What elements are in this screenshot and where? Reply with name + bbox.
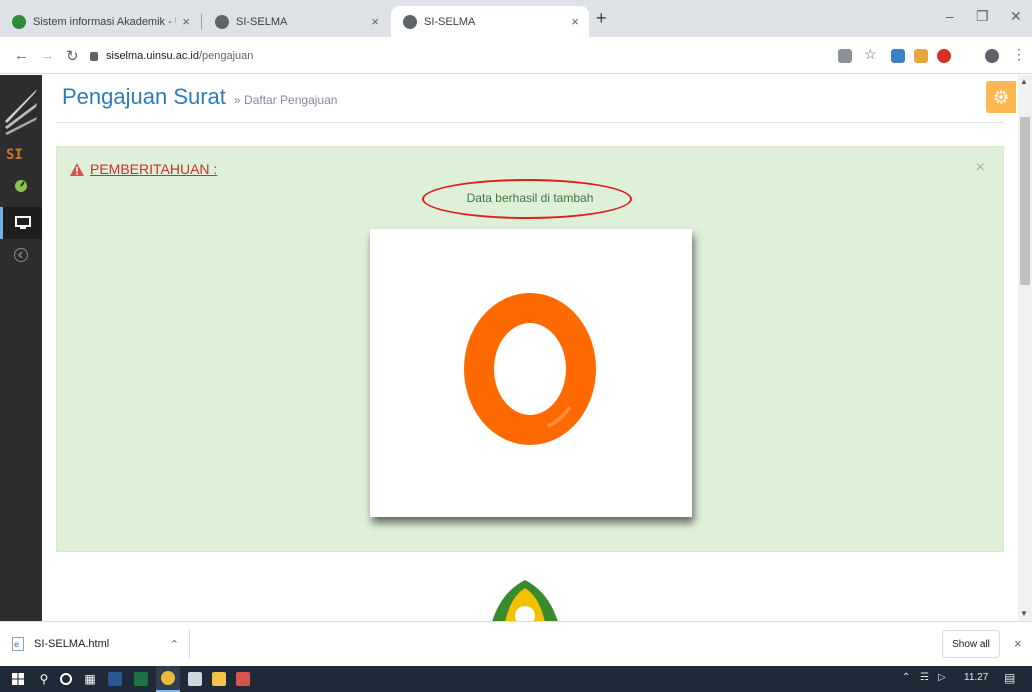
page-title-text: Pengajuan Surat [62,84,226,109]
file-explorer-icon[interactable] [208,666,230,692]
new-tab-button[interactable]: + [596,8,607,29]
chrome-app-icon[interactable] [156,666,180,692]
scrollbar-thumb[interactable] [1020,117,1030,285]
close-download-shelf-icon[interactable]: × [1014,636,1022,651]
html-file-icon: e [12,637,24,651]
highlight-annotation [422,179,632,219]
url-path: /pengajuan [198,49,254,62]
close-window-icon[interactable]: ✕ [1010,8,1022,25]
restore-icon[interactable]: ❐ [976,8,989,25]
excel-app-icon[interactable] [130,666,152,692]
main-content: Pengajuan Surat » Daftar Pengajuan PEMBE… [42,75,1018,621]
extension-icon[interactable] [914,49,928,63]
sidebar-item-dashboard[interactable] [0,175,42,195]
svg-text:e: e [14,640,19,649]
word-app-icon[interactable] [104,666,126,692]
cortana-icon[interactable] [56,666,76,692]
page-title: Pengajuan Surat » Daftar Pengajuan [62,84,337,110]
scroll-down-arrow-icon[interactable]: ▼ [1020,609,1028,618]
loading-ring-icon [464,293,596,445]
extension-icon[interactable] [937,49,951,63]
address-toolbar: ← → ↻ siselma.uinsu.ac.id/pengajuan ☆ ⋮ [0,37,1032,74]
reload-icon[interactable]: ↻ [66,47,79,65]
bookmark-star-icon[interactable]: ☆ [864,46,877,63]
notification-icon[interactable]: ▤ [1004,671,1015,685]
university-emblem [492,580,558,621]
alert-header: PEMBERITAHUAN : [69,161,217,177]
scroll-up-arrow-icon[interactable]: ▲ [1020,77,1028,86]
tab-si-selma[interactable]: SI-SELMA × [203,6,389,37]
notification-alert: PEMBERITAHUAN : × Data berhasil di tamba… [56,146,1004,552]
network-icon[interactable]: ☴ [920,672,929,683]
url-domain: siselma.uinsu.ac.id [106,49,199,62]
tachometer-icon [15,180,27,192]
tray-chevron-up-icon[interactable]: ⌃ [902,672,910,683]
sidebar-collapse-button[interactable] [0,245,42,265]
forward-icon[interactable]: → [40,47,55,64]
mail-app-icon[interactable] [184,666,206,692]
pdf-app-icon[interactable] [232,666,254,692]
tab-title: SI-SELMA [236,15,288,28]
gear-icon [994,90,1008,104]
windows-logo-icon [12,673,24,685]
tab-si-selma-active[interactable]: SI-SELMA × [391,6,589,37]
desktop-icon [14,216,31,229]
windows-taskbar: ⚲ ▦ ⌃ ☴ ▷ 11.27 ▤ [0,666,1032,692]
double-chevron-left-icon [14,248,28,262]
profile-icon[interactable] [985,49,999,63]
loading-overlay [370,229,692,517]
clock[interactable]: 11.27 [964,672,988,683]
university-favicon-icon [12,14,26,29]
breadcrumb: » Daftar Pengajuan [234,93,338,107]
page-scrollbar[interactable]: ▲ ▼ [1018,75,1032,621]
translate-icon[interactable] [838,49,852,63]
task-view-icon[interactable]: ▦ [80,666,100,692]
extension-icon[interactable] [891,49,905,63]
lock-icon [90,52,98,61]
tab-title: Sistem informasi Akademik - Uni [33,15,177,28]
settings-button[interactable] [986,81,1016,113]
close-tab-icon[interactable]: × [182,14,190,29]
search-icon[interactable]: ⚲ [34,666,54,692]
alert-title: PEMBERITAHUAN : [90,161,218,177]
back-icon[interactable]: ← [14,47,29,64]
download-item[interactable]: e SI-SELMA.html ⌃ [12,630,190,658]
header-divider [56,122,1004,123]
alert-close-button[interactable]: × [976,159,985,177]
globe-icon [215,14,229,29]
globe-icon [403,14,417,29]
show-all-button[interactable]: Show all [942,630,1000,658]
tab-separator [201,14,202,30]
speaker-icon[interactable]: ▷ [938,672,946,683]
download-shelf: e SI-SELMA.html ⌃ Show all × [0,621,1032,666]
minimize-icon[interactable]: – [946,8,954,24]
start-button[interactable] [8,666,28,692]
download-filename: SI-SELMA.html [34,638,110,650]
tab-title: SI-SELMA [424,15,476,28]
warning-icon [70,162,84,176]
address-bar[interactable]: siselma.uinsu.ac.id/pengajuan [90,41,831,70]
sidebar-item-pengajuan[interactable] [0,207,42,239]
web-page: SI Pengajuan Surat » Daftar Pengajuan PE… [0,75,1032,621]
close-tab-icon[interactable]: × [371,14,379,29]
chevron-up-icon[interactable]: ⌃ [170,638,179,651]
logo-text: SI [6,147,23,163]
tab-sistem-informasi[interactable]: Sistem informasi Akademik - Uni × [0,6,200,37]
close-tab-icon[interactable]: × [571,14,579,29]
menu-dots-icon[interactable]: ⋮ [1012,46,1026,63]
browser-tab-strip: Sistem informasi Akademik - Uni × SI-SEL… [0,0,1032,37]
sidebar: SI [0,75,42,621]
si-selma-logo: SI [5,89,37,163]
